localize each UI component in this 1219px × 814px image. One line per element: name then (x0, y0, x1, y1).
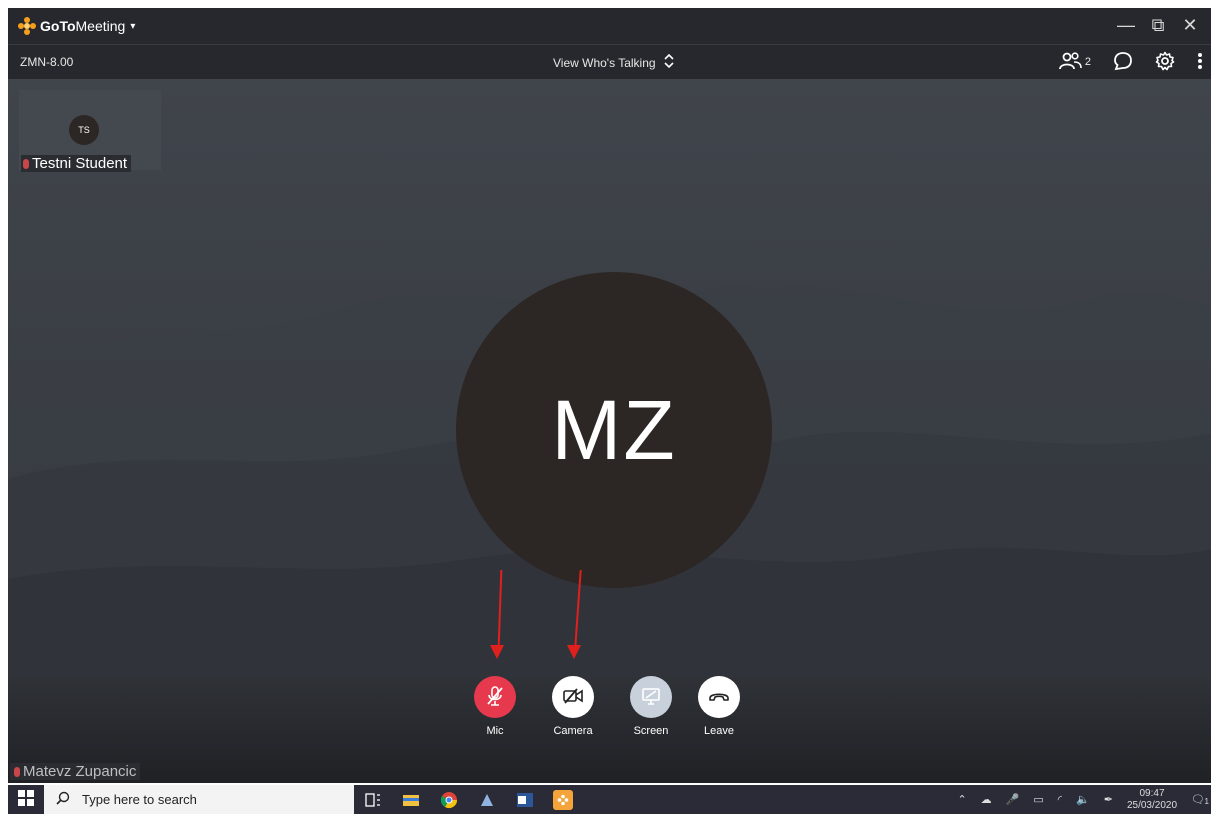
meeting-toolbar: ZMN-8.00 View Who's Talking 2 (8, 44, 1211, 79)
clock[interactable]: 09:47 25/03/2020 (1127, 788, 1177, 812)
search-icon (56, 791, 70, 808)
brand-name-rest: Meeting (75, 18, 126, 34)
microphone-tray-icon: 🎤 (1005, 794, 1020, 806)
self-muted-mic-icon (14, 766, 20, 777)
camera-off-icon (562, 687, 584, 708)
hang-up-icon (708, 689, 730, 706)
mic-control[interactable]: Mic (465, 676, 525, 737)
mic-button[interactable] (474, 676, 516, 718)
mic-muted-icon (486, 685, 504, 710)
mic-label: Mic (486, 725, 504, 737)
search-placeholder: Type here to search (82, 792, 197, 807)
thumbnail-avatar: TS (69, 115, 99, 145)
notification-icon: 🗨 (1191, 794, 1205, 806)
taskbar-search-box[interactable]: Type here to search (44, 785, 354, 814)
settings-button[interactable] (1155, 50, 1175, 74)
self-participant-name: Matevz Zupancic (23, 763, 137, 780)
screen-share-icon (640, 686, 662, 709)
brand-name-bold: GoTo (40, 18, 76, 34)
view-mode-selector[interactable]: View Who's Talking (553, 53, 674, 71)
clock-date: 25/03/2020 (1126, 799, 1178, 811)
windows-logo-icon (18, 790, 34, 809)
annotation-arrowhead-camera (567, 645, 581, 659)
thumbnail-participant-name: Testni Student (32, 155, 128, 172)
participant-thumbnail[interactable]: TS Testni Student (19, 90, 161, 172)
task-view-icon[interactable] (363, 790, 383, 810)
wifi-icon[interactable]: ◜ (1058, 793, 1062, 806)
self-name-tag: Matevz Zupancic (10, 763, 141, 780)
app-pin-icon[interactable] (477, 790, 497, 810)
screen-share-button[interactable] (630, 676, 672, 718)
file-explorer-icon[interactable] (401, 790, 421, 810)
app-menu-button[interactable]: GoTo Meeting ▾ (18, 17, 135, 35)
thumbnail-name-tag: Testni Student (21, 155, 132, 172)
meeting-id: ZMN-8.00 (20, 55, 74, 69)
title-bar: GoTo Meeting ▾ — ⧉ ✕ (8, 8, 1211, 44)
updown-chevron-icon (663, 53, 674, 71)
chrome-icon[interactable] (439, 790, 459, 810)
leave-control[interactable]: Leave (689, 676, 749, 737)
muted-mic-icon (23, 158, 29, 169)
camera-label: Camera (553, 725, 593, 737)
screen-control[interactable]: Screen (621, 676, 681, 737)
volume-icon[interactable]: 🔈 (1076, 793, 1090, 806)
participants-button[interactable]: 2 (1058, 50, 1091, 74)
view-mode-label: View Who's Talking (553, 55, 656, 70)
video-stage: TS Testni Student MZ (8, 79, 1211, 783)
camera-button[interactable] (552, 676, 594, 718)
participants-count: 2 (1084, 56, 1091, 68)
gear-icon (1155, 51, 1175, 74)
chevron-up-icon[interactable]: ⌃ (957, 793, 966, 806)
leave-button[interactable] (698, 676, 740, 718)
annotation-arrowhead-mic (490, 645, 504, 659)
leave-label: Leave (704, 725, 734, 737)
vertical-dots-icon (1197, 52, 1203, 73)
gotomeeting-taskbar-icon[interactable] (553, 789, 573, 810)
controls-bar (8, 677, 1211, 783)
goto-meeting-window: GoTo Meeting ▾ — ⧉ ✕ ZMN-8.00 View Who's … (8, 8, 1211, 783)
chat-bubble-icon (1113, 51, 1133, 74)
notifications-button[interactable]: 🗨 1 (1191, 793, 1209, 806)
notification-count: 1 (1204, 797, 1209, 806)
people-icon (1058, 51, 1083, 74)
chat-button[interactable] (1113, 50, 1133, 74)
close-button[interactable]: ✕ (1177, 12, 1203, 38)
gotomeeting-logo-icon (18, 17, 36, 35)
windows-taskbar: Type here to search ⌃ ☁ 🎤 ▭ ◜ 🔈 ✒ 09:47 … (8, 785, 1211, 814)
caret-down-icon: ▾ (130, 20, 136, 32)
start-button[interactable] (8, 785, 44, 814)
onedrive-icon[interactable]: ☁ (981, 793, 992, 806)
more-options-button[interactable] (1197, 50, 1203, 74)
active-speaker-avatar: MZ (456, 272, 772, 588)
camera-control[interactable]: Camera (543, 676, 603, 737)
word-icon[interactable] (515, 790, 535, 810)
restore-button[interactable]: ⧉ (1145, 12, 1171, 38)
pen-icon[interactable]: ✒ (1104, 793, 1113, 806)
clock-time: 09:47 (1139, 787, 1165, 799)
battery-icon[interactable]: ▭ (1033, 793, 1043, 806)
screen-label: Screen (633, 725, 669, 737)
minimize-button[interactable]: — (1113, 12, 1139, 38)
